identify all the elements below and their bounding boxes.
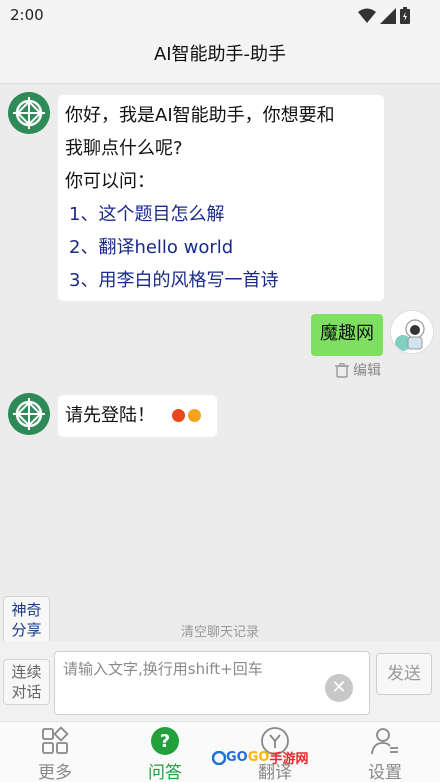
- status-time: 2:00: [10, 6, 44, 24]
- watermark-logo: GO GO 手游网: [212, 748, 308, 767]
- tab-more[interactable]: 更多: [0, 722, 110, 782]
- wifi-icon: [358, 8, 376, 23]
- ai-greeting-bubble: 你好，我是AI智能助手，你想要和 我聊点什么呢? 你可以问： 1、这个题目怎么解…: [58, 95, 384, 301]
- greeting-line: 你可以问：: [65, 171, 155, 192]
- reply-text: 请先登陆！: [65, 405, 155, 426]
- tab-label: 更多: [38, 763, 72, 782]
- clear-history-link[interactable]: 清空聊天记录: [0, 621, 440, 640]
- tab-settings[interactable]: 设置: [330, 722, 440, 782]
- suggestion-link[interactable]: 3、用李白的风格写一首诗: [65, 264, 377, 297]
- continuous-label-line: 对话: [11, 683, 42, 701]
- user-avatar: [390, 310, 434, 354]
- send-button[interactable]: 发送: [376, 653, 432, 695]
- ai-logo-icon: [8, 92, 50, 134]
- question-icon: ?: [151, 727, 179, 755]
- grid-icon: [42, 726, 69, 754]
- user-settings-icon: [371, 728, 398, 755]
- svg-text:?: ?: [160, 731, 170, 752]
- edit-action[interactable]: 编辑: [335, 360, 381, 380]
- app-header: AI智能助手-助手: [0, 32, 440, 84]
- greeting-line: 你好，我是AI智能助手，你想要和: [65, 105, 335, 126]
- continuous-label-line: 连续: [11, 663, 42, 681]
- ai-logo-icon: [8, 393, 50, 435]
- battery-icon: [400, 7, 410, 24]
- clear-input-icon[interactable]: ✕: [325, 674, 353, 702]
- user-message-bubble: 魔趣网: [311, 314, 383, 356]
- loading-dot: [172, 409, 185, 422]
- tab-label: 设置: [368, 763, 402, 782]
- ai-avatar: [8, 92, 50, 134]
- watermark-text: GO: [226, 750, 248, 765]
- greeting-line: 我聊点什么呢?: [65, 138, 183, 159]
- edit-label: 编辑: [353, 363, 381, 379]
- tab-label: 问答: [148, 763, 182, 782]
- suggestion-link[interactable]: 2、翻译hello world: [65, 231, 377, 264]
- input-bar: 连续 对话 请输入文字,换行用shift+回车 ✕ 发送: [0, 641, 440, 721]
- watermark-text: 手游网: [269, 752, 309, 767]
- share-label-line: 神奇: [11, 601, 42, 619]
- ai-avatar: [8, 393, 50, 435]
- watermark-text: GO: [247, 750, 270, 765]
- input-placeholder: 请输入文字,换行用shift+回车: [63, 660, 263, 678]
- message-input[interactable]: 请输入文字,换行用shift+回车 ✕: [54, 651, 370, 715]
- page-title: AI智能助手-助手: [153, 44, 287, 65]
- status-bar: 2:00: [0, 0, 440, 32]
- tab-qa[interactable]: ? 问答: [110, 722, 220, 782]
- user-avatar-icon: [391, 311, 433, 353]
- signal-icon: [380, 7, 396, 24]
- ai-reply-bubble: 请先登陆！: [58, 395, 217, 437]
- suggestion-link[interactable]: 1、这个题目怎么解: [65, 198, 377, 231]
- continuous-dialog-button[interactable]: 连续 对话: [3, 659, 50, 705]
- trash-icon: [335, 362, 349, 378]
- status-icons: [358, 7, 410, 24]
- watermark-badge-icon: [212, 750, 226, 765]
- loading-dot: [188, 409, 201, 422]
